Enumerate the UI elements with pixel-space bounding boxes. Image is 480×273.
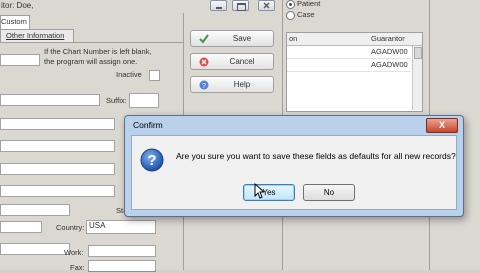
no-button[interactable]: No xyxy=(303,184,355,201)
grid-header: on Guarantor xyxy=(287,33,422,46)
tab-divider xyxy=(0,42,183,43)
work-phone-field[interactable] xyxy=(88,245,156,257)
chart-number-note-line2: the program will assign one. xyxy=(44,57,138,66)
tab-other-information[interactable]: Other Information xyxy=(0,29,74,43)
fax-label: Fax: xyxy=(70,263,85,272)
suffix-label: Suffix: xyxy=(106,96,127,105)
yes-button-label: Yes xyxy=(262,188,276,197)
help-button[interactable]: ? Help xyxy=(190,76,274,93)
tab-custom-label: Custom xyxy=(1,17,27,26)
dialog-message: Are you sure you want to save these fiel… xyxy=(176,151,456,161)
city-field[interactable] xyxy=(0,204,70,216)
svg-text:?: ? xyxy=(147,152,156,169)
save-button-label: Save xyxy=(232,34,252,43)
maximize-button[interactable] xyxy=(232,0,249,11)
dialog-body: ? Are you sure you want to save these fi… xyxy=(131,135,457,210)
question-icon: ? xyxy=(140,148,164,172)
first-name-field[interactable] xyxy=(0,118,115,130)
cancel-button[interactable]: Cancel xyxy=(190,53,274,70)
window-title-bar: itor: Doe, xyxy=(0,0,186,12)
inactive-label: Inactive xyxy=(116,70,142,79)
no-button-label: No xyxy=(323,188,335,197)
work-phone-label: Work: xyxy=(64,248,84,257)
tab-other-information-label: Other Information xyxy=(6,31,65,40)
middle-name-field[interactable] xyxy=(0,140,115,152)
table-row[interactable]: AGADW00 xyxy=(287,46,411,59)
tab-custom[interactable]: Custom xyxy=(0,15,30,29)
grid-cell-guarantor: AGADW00 xyxy=(371,47,408,56)
country-value: USA xyxy=(89,221,106,230)
radio-patient-label: Patient xyxy=(297,0,321,8)
chart-number-note-line1: If the Chart Number is left blank, xyxy=(44,47,152,56)
country-field[interactable]: USA xyxy=(86,220,156,234)
cancel-button-label: Cancel xyxy=(229,57,255,66)
radio-case-label: Case xyxy=(297,10,315,19)
grid-scrollbar[interactable] xyxy=(412,46,422,110)
country-label: Country: xyxy=(56,223,85,232)
fax-field[interactable] xyxy=(88,260,156,272)
maximize-icon xyxy=(237,3,246,11)
cases-grid: on Guarantor AGADW00 AGADW00 xyxy=(286,32,423,112)
zip-field[interactable] xyxy=(0,221,42,233)
chart-number-field[interactable] xyxy=(0,54,40,66)
yes-button[interactable]: Yes xyxy=(243,184,295,201)
confirm-dialog: Confirm X ? Are you sure you want to sav… xyxy=(124,115,464,217)
close-icon: X xyxy=(438,120,445,130)
save-button[interactable]: Save xyxy=(190,30,274,47)
grid-col-description: on xyxy=(289,34,298,43)
grid-col-guarantor: Guarantor xyxy=(371,34,405,43)
grid-cell-guarantor: AGADW00 xyxy=(371,60,408,69)
inactive-checkbox[interactable] xyxy=(149,70,160,81)
close-icon xyxy=(263,2,270,9)
suffix-field[interactable] xyxy=(129,93,159,108)
radio-patient[interactable] xyxy=(286,0,295,9)
minimize-icon xyxy=(216,7,222,9)
help-button-label: Help xyxy=(233,80,251,89)
window-title-text: itor: Doe, xyxy=(1,1,34,10)
mouse-cursor-icon xyxy=(254,183,264,199)
dialog-title: Confirm xyxy=(133,120,163,130)
minimize-button[interactable] xyxy=(210,0,227,11)
radio-case[interactable] xyxy=(286,11,295,20)
email-field[interactable] xyxy=(0,243,70,255)
dialog-close-button[interactable]: X xyxy=(426,118,458,133)
last-name-field[interactable] xyxy=(0,94,100,106)
street-line2-field[interactable] xyxy=(0,185,115,197)
table-row[interactable]: AGADW00 xyxy=(287,59,411,72)
close-window-button[interactable] xyxy=(258,0,275,11)
street-line1-field[interactable] xyxy=(0,163,115,175)
